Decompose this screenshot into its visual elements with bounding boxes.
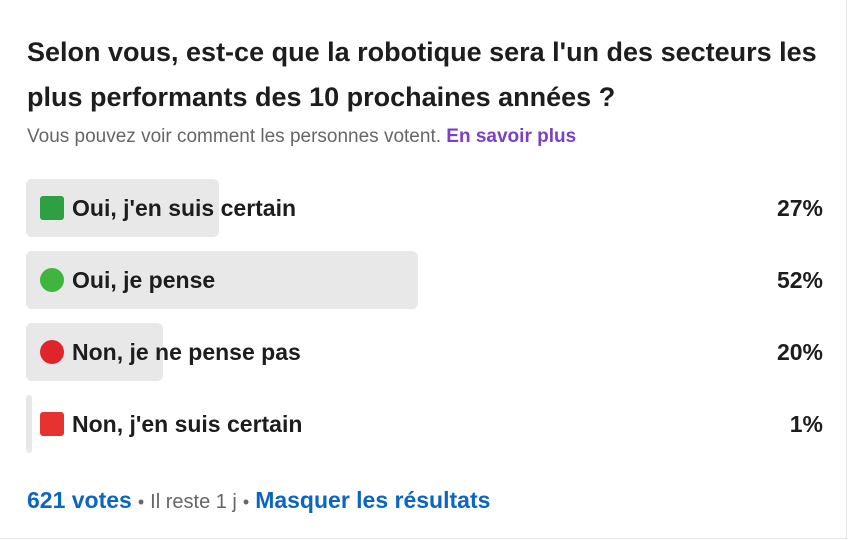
time-remaining: Il reste 1 j <box>150 491 237 513</box>
poll-card: Selon vous, est-ce que la robotique sera… <box>0 0 847 539</box>
option-label: Non, j'en suis certain <box>72 410 303 437</box>
option-label: Non, je ne pense pas <box>72 338 301 365</box>
option-content: Non, j'en suis certain <box>40 395 302 453</box>
poll-footer: 621 votes • Il reste 1 j • Masquer les résul… <box>27 485 490 517</box>
green-circle-icon <box>40 268 64 292</box>
option-percent: 52% <box>776 267 823 293</box>
poll-option-2[interactable]: Oui, je pense 52% <box>26 251 823 309</box>
option-content: Oui, je pense <box>40 251 215 309</box>
option-content: Non, je ne pense pas <box>40 323 301 381</box>
poll-options: Oui, j'en suis certain 27% Oui, je pense… <box>26 179 823 467</box>
hide-results-button[interactable]: Masquer les résultats <box>255 487 490 513</box>
vote-count-link[interactable]: 621 votes <box>27 487 132 513</box>
poll-question: Selon vous, est-ce que la robotique sera… <box>27 37 817 112</box>
separator-dot: • <box>137 492 145 512</box>
poll-option-3[interactable]: Non, je ne pense pas 20% <box>26 323 823 381</box>
option-percent: 1% <box>789 411 823 437</box>
poll-option-1[interactable]: Oui, j'en suis certain 27% <box>26 179 823 237</box>
separator-dot: • <box>242 492 250 512</box>
learn-more-link[interactable]: En savoir plus <box>446 126 576 147</box>
visibility-note-line: Vous pouvez voir comment les personnes v… <box>27 124 576 150</box>
red-square-icon <box>40 412 64 436</box>
green-square-icon <box>40 196 64 220</box>
option-content: Oui, j'en suis certain <box>40 179 296 237</box>
visibility-note: Vous pouvez voir comment les personnes v… <box>27 126 442 147</box>
option-percent: 20% <box>776 339 823 365</box>
result-bar <box>26 395 32 453</box>
poll-option-4[interactable]: Non, j'en suis certain 1% <box>26 395 823 453</box>
option-percent: 27% <box>776 195 823 221</box>
option-label: Oui, je pense <box>72 266 216 293</box>
red-circle-icon <box>40 340 64 364</box>
option-label: Oui, j'en suis certain <box>72 194 297 221</box>
